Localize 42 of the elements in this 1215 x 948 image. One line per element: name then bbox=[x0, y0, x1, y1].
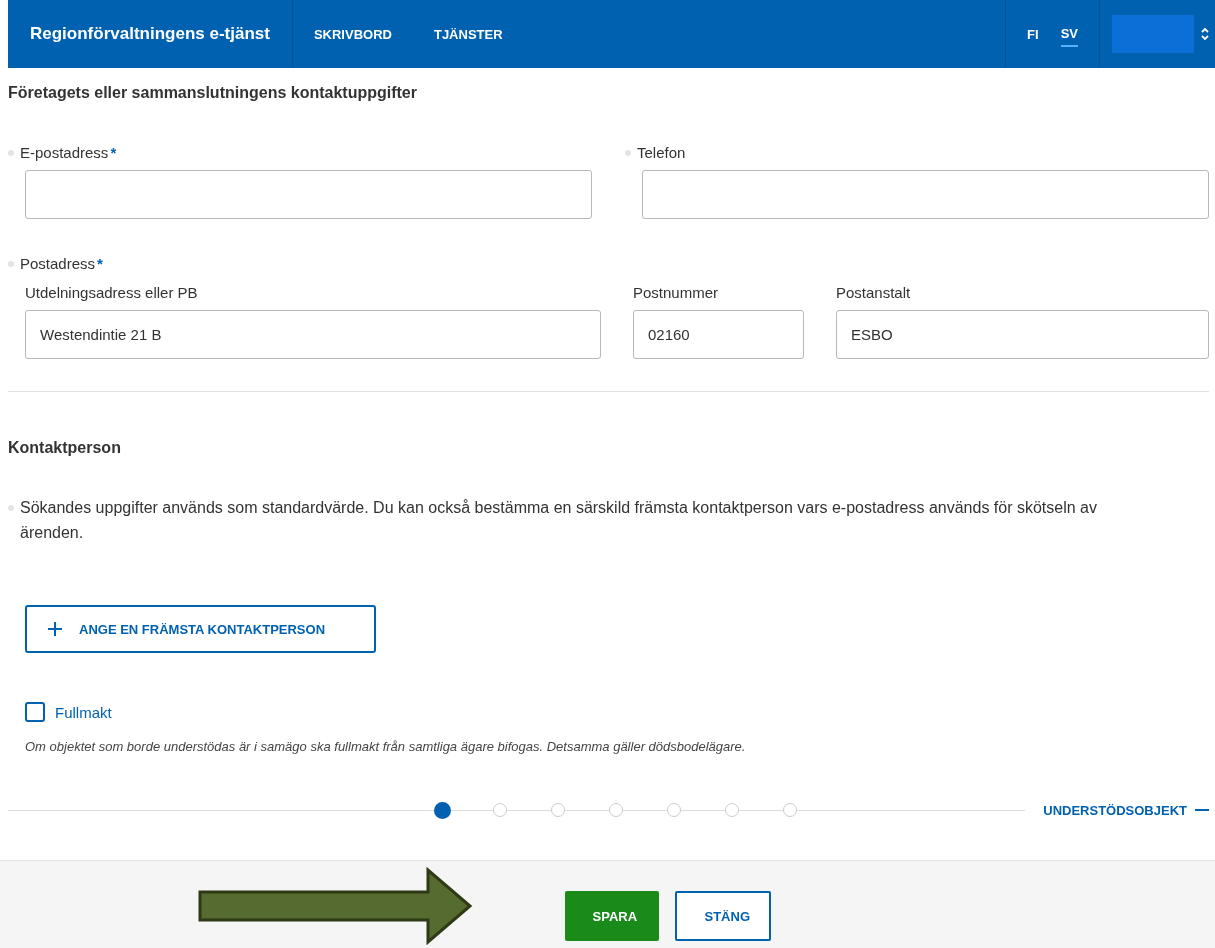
field-label: E-postadress bbox=[20, 144, 109, 161]
bullet-icon bbox=[8, 505, 14, 511]
step-dot[interactable] bbox=[551, 803, 565, 817]
nav-link[interactable]: SKRIVBORD bbox=[292, 0, 413, 68]
plus-icon bbox=[47, 621, 63, 637]
up-down-caret-icon[interactable] bbox=[1201, 27, 1209, 41]
required-mark: * bbox=[97, 255, 103, 272]
language-tab[interactable]: SV bbox=[1060, 21, 1078, 47]
bullet-icon bbox=[8, 260, 14, 267]
field-label: Telefon bbox=[637, 144, 686, 161]
section-heading: Företagets eller sammanslutningens kontaktuppgifter bbox=[8, 83, 418, 102]
checkbox[interactable] bbox=[25, 702, 45, 722]
step-dot[interactable] bbox=[725, 803, 739, 817]
step-dot[interactable] bbox=[667, 803, 681, 817]
note-text: Om objektet som borde understödas är i samägo ska fullmakt från samtliga ägare bifogas. Detsamma gäller dödsbodelägare. bbox=[25, 739, 747, 754]
step-dot[interactable] bbox=[783, 803, 797, 817]
next-step-link[interactable]: UNDERSTÖDSOBJEKT bbox=[1025, 802, 1195, 818]
select-field[interactable] bbox=[1112, 15, 1194, 53]
step-dot[interactable] bbox=[434, 801, 451, 819]
input-field[interactable]: 02160 bbox=[633, 310, 804, 359]
info-text: Sökandes uppgifter används som standardvärde. Du kan också bestämma en särskild främsta kontaktperson vars e-postadress används för skötseln av ärenden. bbox=[20, 498, 1098, 543]
input-field[interactable] bbox=[642, 170, 1209, 219]
language-tab[interactable]: FI bbox=[1027, 22, 1039, 46]
checkbox-label: Fullmakt bbox=[55, 703, 112, 721]
field-label: Utdelningsadress eller PB bbox=[25, 284, 199, 301]
app-title: Regionförvaltningens e-tjänst bbox=[8, 0, 293, 68]
required-mark: * bbox=[110, 144, 117, 161]
input-field[interactable]: ESBO bbox=[836, 310, 1209, 359]
bullet-icon bbox=[625, 149, 631, 156]
bullet-icon bbox=[8, 149, 14, 156]
save-button[interactable]: SPARA bbox=[564, 891, 659, 941]
field-label: Postanstalt bbox=[836, 284, 912, 301]
input-field[interactable] bbox=[25, 170, 592, 219]
step-dot[interactable] bbox=[609, 803, 623, 817]
step-dot[interactable] bbox=[493, 803, 507, 817]
close-button[interactable]: STÄNG bbox=[674, 891, 771, 941]
input-field[interactable]: Westendintie 21 B bbox=[25, 310, 601, 359]
section-heading: Kontaktperson bbox=[8, 439, 122, 457]
field-label: Postnummer bbox=[633, 284, 720, 301]
add-contact-button[interactable]: ANGE EN FRÄMSTA KONTAKTPERSON bbox=[25, 605, 376, 653]
field-label: Postadress bbox=[20, 255, 96, 272]
nav-link[interactable]: TJÄNSTER bbox=[412, 0, 524, 68]
